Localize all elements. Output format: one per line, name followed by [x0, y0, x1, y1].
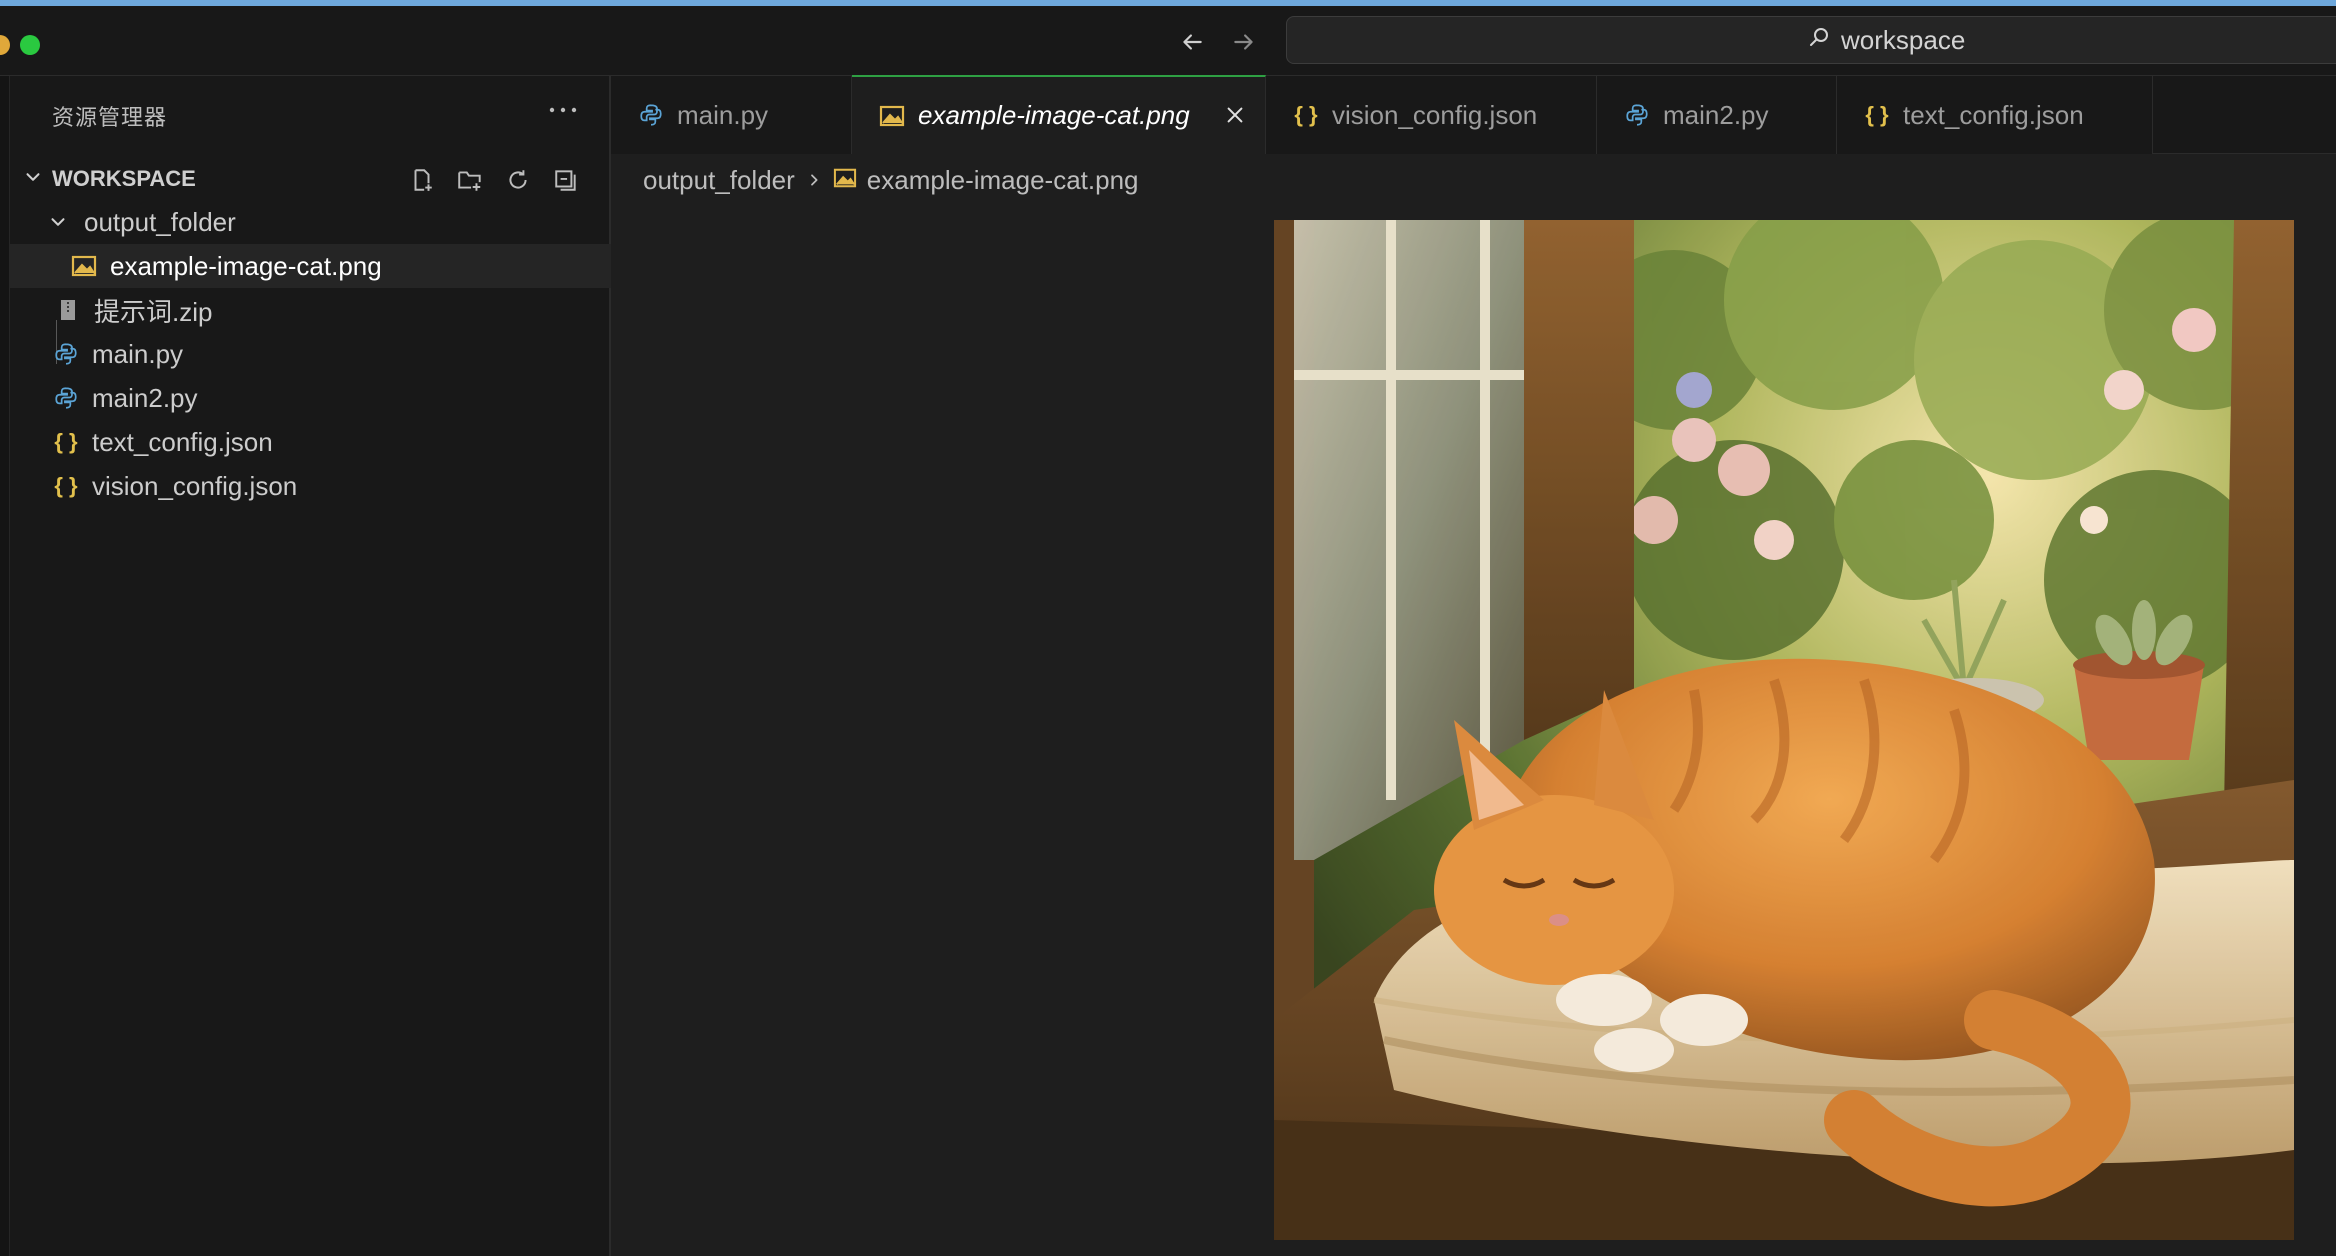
- new-file-icon[interactable]: [406, 164, 438, 196]
- tab-label: example-image-cat.png: [918, 100, 1190, 130]
- tree-item-label: main.py: [92, 338, 184, 369]
- new-folder-icon[interactable]: [454, 164, 486, 196]
- more-actions-icon[interactable]: [548, 102, 578, 120]
- image-icon: [878, 102, 906, 130]
- tree-item-label: example-image-cat.png: [110, 250, 382, 281]
- refresh-icon[interactable]: [502, 164, 534, 196]
- activity-bar-edge: [0, 76, 10, 1256]
- tree-item-label: vision_config.json: [92, 470, 298, 501]
- collapse-all-icon[interactable]: [550, 164, 582, 196]
- tree-file-main-py[interactable]: main.py: [0, 332, 611, 376]
- minimize-window-button[interactable]: [0, 35, 10, 55]
- chevron-down-icon: [44, 208, 72, 236]
- tab-example-image-cat[interactable]: example-image-cat.png: [852, 75, 1266, 154]
- python-icon: [1623, 101, 1651, 129]
- back-arrow-icon[interactable]: [1174, 24, 1210, 60]
- tab-bar: main.py example-image-cat.png { } vision…: [611, 75, 2336, 154]
- search-text: workspace: [1841, 24, 1966, 55]
- tab-label: text_config.json: [1903, 99, 2084, 130]
- json-icon: { }: [54, 473, 78, 498]
- forward-arrow-icon[interactable]: [1226, 24, 1262, 60]
- tab-label: vision_config.json: [1332, 99, 1538, 130]
- workspace-header[interactable]: WORKSPACE: [0, 156, 611, 200]
- image-preview-cat: [1274, 220, 2294, 1240]
- breadcrumb-folder[interactable]: output_folder: [643, 165, 795, 196]
- tree-file-example-image-cat[interactable]: example-image-cat.png: [0, 244, 611, 288]
- tree-item-label: output_folder: [84, 206, 236, 237]
- tab-main-py[interactable]: main.py: [611, 76, 852, 154]
- json-icon: { }: [54, 429, 78, 454]
- explorer-title: 资源管理器: [52, 105, 168, 130]
- search-icon: [1807, 25, 1831, 56]
- tree-file-main2-py[interactable]: main2.py: [0, 376, 611, 420]
- tree-item-label: main2.py: [92, 382, 198, 413]
- tab-label: main2.py: [1663, 99, 1769, 130]
- workspace-label: WORKSPACE: [52, 166, 196, 191]
- tab-main2-py[interactable]: main2.py: [1597, 76, 1837, 154]
- tree-file-vision-config-json[interactable]: { } vision_config.json: [0, 464, 611, 508]
- tree-file-text-config-json[interactable]: { } text_config.json: [0, 420, 611, 464]
- explorer-sidebar: 资源管理器 WORKSPACE output_folder example-im…: [0, 76, 611, 1256]
- python-icon: [52, 384, 80, 412]
- chevron-down-icon: [22, 166, 44, 193]
- maximize-window-button[interactable]: [20, 35, 40, 55]
- chevron-right-icon: [805, 171, 823, 189]
- image-icon: [70, 252, 98, 280]
- tree-item-label: text_config.json: [92, 426, 273, 457]
- tab-vision-config-json[interactable]: { } vision_config.json: [1266, 76, 1597, 154]
- tree-folder-output-folder[interactable]: output_folder: [0, 200, 611, 244]
- python-icon: [52, 340, 80, 368]
- editor-area: main.py example-image-cat.png { } vision…: [611, 75, 2336, 1256]
- tree-item-label: 提示词.zip: [94, 296, 213, 327]
- json-icon: { }: [1865, 102, 1889, 127]
- python-icon: [637, 101, 665, 129]
- image-icon: [833, 165, 857, 196]
- close-icon[interactable]: [1221, 101, 1249, 129]
- tree-file-prompt-zip[interactable]: 提示词.zip: [0, 288, 611, 332]
- json-icon: { }: [1294, 102, 1318, 127]
- breadcrumb-file[interactable]: example-image-cat.png: [867, 165, 1139, 196]
- command-center-search[interactable]: workspace: [1286, 16, 2336, 64]
- title-bar: workspace: [0, 6, 2336, 76]
- zip-icon: [54, 296, 82, 324]
- breadcrumb: output_folder example-image-cat.png: [643, 158, 1139, 202]
- tab-label: main.py: [677, 99, 769, 130]
- tab-text-config-json[interactable]: { } text_config.json: [1837, 76, 2153, 154]
